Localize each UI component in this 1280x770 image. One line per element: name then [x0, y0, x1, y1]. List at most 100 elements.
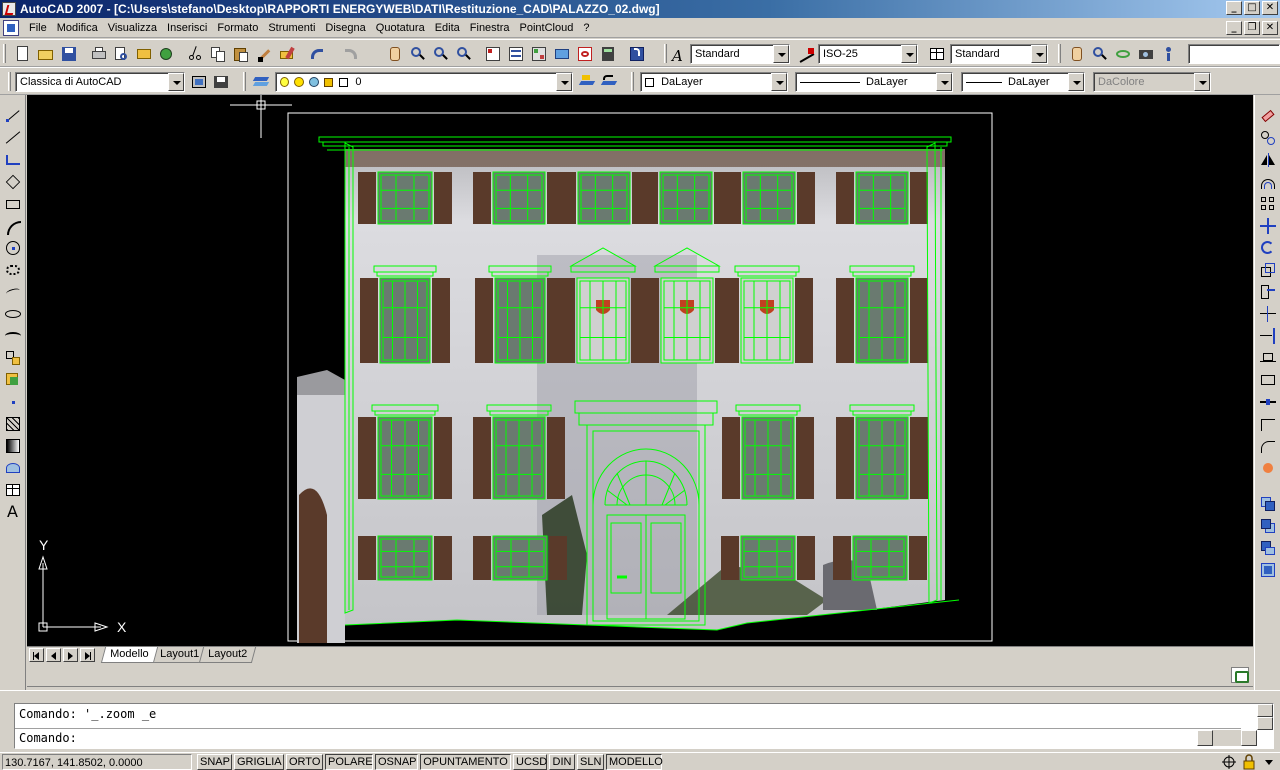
markup-set-icon[interactable]: [576, 45, 594, 63]
gradient-icon[interactable]: [4, 437, 22, 455]
revision-cloud-icon[interactable]: [4, 261, 22, 279]
insert-block-icon[interactable]: [4, 349, 22, 367]
menu-item[interactable]: ?: [578, 18, 594, 38]
erase-icon[interactable]: [1259, 107, 1277, 125]
menu-item[interactable]: Edita: [430, 18, 465, 38]
workspace-select[interactable]: Classica di AutoCAD: [15, 72, 185, 92]
lineweight-select[interactable]: DaLayer: [961, 72, 1085, 92]
command-vscroll[interactable]: [1257, 704, 1273, 730]
paste-icon[interactable]: [232, 45, 250, 63]
status-toggle-osnap[interactable]: OSNAP: [375, 754, 418, 770]
save-workspace-icon[interactable]: [212, 73, 230, 91]
table-style-select[interactable]: Standard: [950, 44, 1048, 64]
layer-previous-icon[interactable]: [600, 73, 618, 91]
3d-dwf-icon[interactable]: [157, 45, 175, 63]
scale-icon[interactable]: [1259, 261, 1277, 279]
quickcalc-icon[interactable]: [599, 45, 617, 63]
layer-manager-icon[interactable]: [252, 73, 270, 91]
open-icon[interactable]: [37, 45, 55, 63]
point-icon[interactable]: [4, 393, 22, 411]
menu-item[interactable]: Visualizza: [103, 18, 162, 38]
toolbar-grip[interactable]: [664, 44, 667, 63]
toolbar-grip[interactable]: [631, 72, 634, 91]
tool-palettes-icon[interactable]: [530, 45, 548, 63]
zoom-window-icon[interactable]: [432, 45, 450, 63]
undo-icon[interactable]: [308, 45, 326, 63]
table-style-icon[interactable]: [928, 45, 946, 63]
window-minimize-button[interactable]: _: [1226, 1, 1242, 15]
linetype-select[interactable]: DaLayer: [795, 72, 953, 92]
toolbar-grip[interactable]: [3, 44, 6, 63]
color-select[interactable]: DaLayer: [640, 72, 788, 92]
menu-item[interactable]: Quotatura: [371, 18, 430, 38]
menu-item[interactable]: Strumenti: [263, 18, 320, 38]
window-close-button[interactable]: ✕: [1262, 1, 1278, 15]
status-toggle-ucsd[interactable]: UCSD: [513, 754, 547, 770]
block-editor-icon[interactable]: [278, 45, 296, 63]
doc-minimize-button[interactable]: _: [1226, 21, 1242, 35]
menu-item[interactable]: Inserisci: [162, 18, 212, 38]
model-space-viewport[interactable]: Y X: [27, 95, 1253, 646]
rotate-icon[interactable]: [1259, 239, 1277, 257]
hatch-icon[interactable]: [4, 415, 22, 433]
draworder-back-icon[interactable]: [1259, 517, 1277, 535]
command-prompt[interactable]: Comando:: [19, 729, 77, 747]
save-icon[interactable]: [60, 45, 78, 63]
status-toggle-orto[interactable]: ORTO: [286, 754, 323, 770]
break-at-point-icon[interactable]: [1259, 349, 1277, 367]
match-properties-icon[interactable]: [256, 45, 274, 63]
fillet-icon[interactable]: [1259, 437, 1277, 455]
spline-icon[interactable]: [4, 283, 22, 301]
scroll-down-button[interactable]: [1257, 717, 1273, 730]
cut-icon[interactable]: [186, 45, 204, 63]
camera-icon[interactable]: [1137, 45, 1155, 63]
make-object-layer-current-icon[interactable]: [578, 73, 596, 91]
menu-item[interactable]: Formato: [212, 18, 263, 38]
viewport-freeze-icon[interactable]: [309, 77, 320, 88]
command-hscroll[interactable]: [1197, 730, 1257, 746]
layout-tab[interactable]: Layout2: [198, 647, 257, 663]
mirror-icon[interactable]: [1259, 151, 1277, 169]
line-icon[interactable]: [4, 107, 22, 125]
table-icon[interactable]: [4, 481, 22, 499]
toolbar-grip[interactable]: [243, 72, 246, 91]
zoom-icon[interactable]: [1091, 45, 1109, 63]
document-icon[interactable]: [3, 20, 19, 36]
command-window[interactable]: Comando: '_.zoom _e Comando:: [14, 703, 1274, 749]
sun-icon[interactable]: [294, 77, 305, 88]
workspace-settings-icon[interactable]: [190, 73, 208, 91]
dim-style-select[interactable]: ISO-25: [818, 44, 918, 64]
join-icon[interactable]: [1259, 393, 1277, 411]
layer-select[interactable]: 0: [275, 72, 573, 92]
help-icon[interactable]: [628, 45, 646, 63]
new-drawing-icon[interactable]: [14, 45, 32, 63]
region-icon[interactable]: [4, 459, 22, 477]
padlock-icon[interactable]: [324, 77, 334, 87]
ellipse-icon[interactable]: [4, 305, 22, 323]
communication-center-icon[interactable]: [1231, 667, 1249, 683]
status-toggle-snap[interactable]: SNAP: [197, 754, 232, 770]
cursor-coordinates[interactable]: 130.7167, 141.8502, 0.0000: [2, 754, 192, 770]
text-style-select[interactable]: Standard: [690, 44, 790, 64]
draworder-above-icon[interactable]: [1259, 539, 1277, 557]
menu-item[interactable]: Disegna: [320, 18, 370, 38]
doc-restore-button[interactable]: ❐: [1244, 21, 1260, 35]
menu-item[interactable]: File: [24, 18, 52, 38]
pan-icon[interactable]: [1068, 45, 1086, 63]
status-toggle-din[interactable]: DIN: [549, 754, 575, 770]
status-toggle-polare[interactable]: POLARE: [325, 754, 373, 770]
command-window-grip[interactable]: [0, 690, 1280, 702]
sheet-set-manager-icon[interactable]: [553, 45, 571, 63]
next-tab-button[interactable]: [63, 648, 78, 662]
command-input-box[interactable]: [1188, 44, 1280, 64]
drawing-canvas[interactable]: [27, 95, 1253, 646]
extend-icon[interactable]: [1259, 327, 1277, 345]
design-center-icon[interactable]: [507, 45, 525, 63]
pan-realtime-icon[interactable]: [386, 45, 404, 63]
last-tab-button[interactable]: [80, 648, 95, 662]
text-style-icon[interactable]: A: [670, 45, 688, 65]
toolbar-grip[interactable]: [8, 72, 11, 91]
scroll-right-button[interactable]: [1241, 730, 1257, 746]
plot-icon[interactable]: [90, 45, 108, 63]
menu-item[interactable]: Modifica: [52, 18, 103, 38]
